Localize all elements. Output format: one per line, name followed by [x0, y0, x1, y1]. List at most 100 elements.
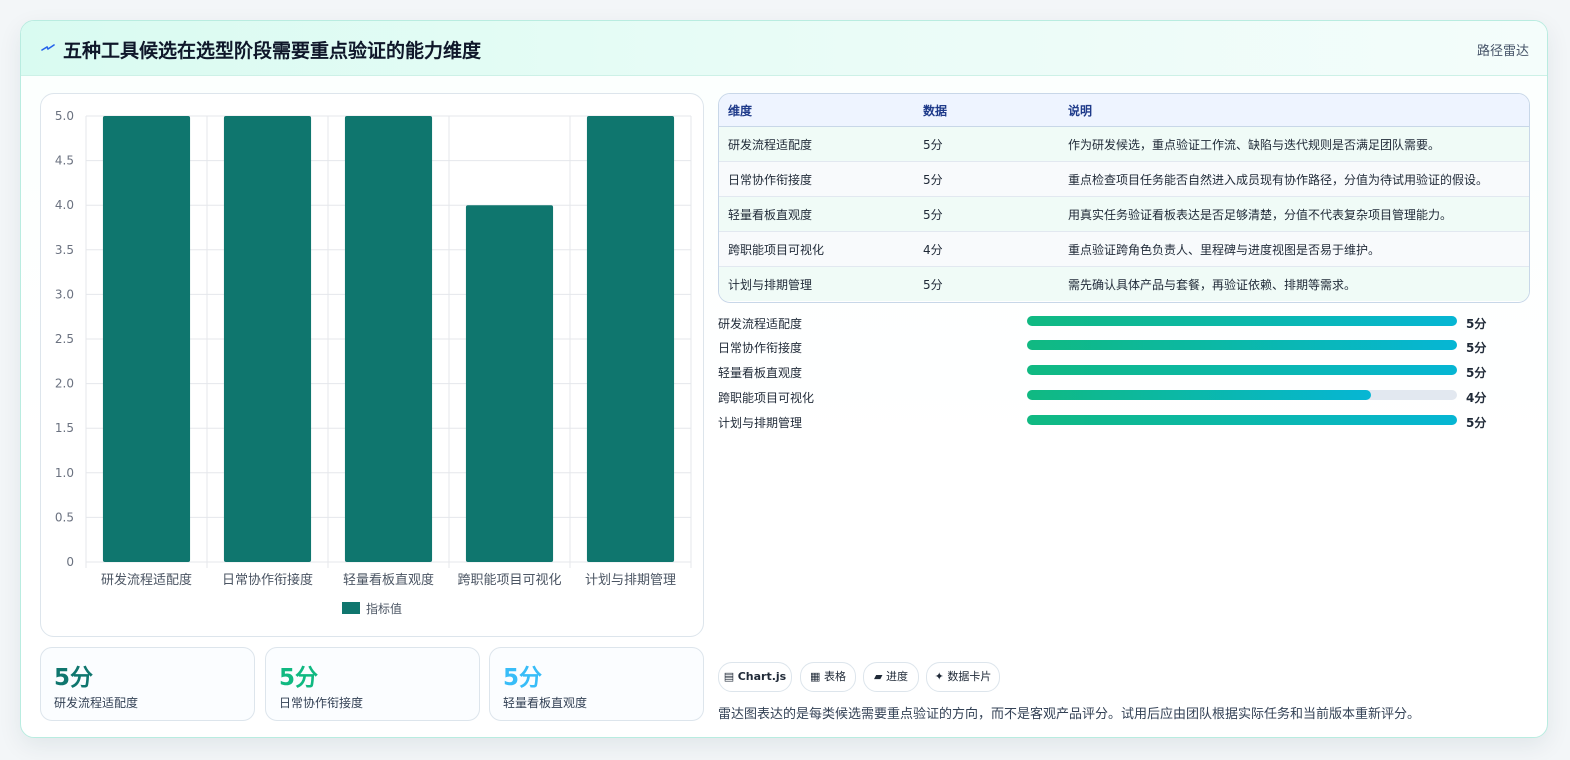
- progress-label: 研发流程适配度: [718, 317, 803, 331]
- progress-track: [1027, 316, 1457, 326]
- y-tick-label: 0: [66, 555, 74, 569]
- bar-chart-svg: 0 0.5 1.0 1.5 2.0 2.5 3.0 3.5 4.0 4.5 5.0 研发流程适配度 日常…: [55, 109, 692, 616]
- y-tick-label: 2.0: [55, 377, 74, 391]
- chip-label: 数据卡片: [947, 670, 992, 683]
- bar: [465, 205, 554, 562]
- chart-icon: ▤: [723, 670, 735, 683]
- column-header: 维度: [719, 94, 914, 127]
- chip-chartjs[interactable]: ▤ Chart.js: [718, 662, 792, 692]
- x-tick-label: 日常协作衔接度: [222, 572, 313, 588]
- progress-row: 轻量看板直观度 5分: [718, 361, 1528, 381]
- x-tick-label: 研发流程适配度: [101, 572, 192, 588]
- chip-label: 表格: [823, 670, 846, 683]
- progress-value: 4分: [1466, 391, 1487, 405]
- progress-track: [1027, 365, 1457, 375]
- kpi-card: 5分 轻量看板直观度: [489, 647, 704, 721]
- table-cell: 作为研发候选，重点验证工作流、缺陷与迭代规则是否满足团队需要。: [1059, 126, 1529, 162]
- table-row: 计划与排期管理 5分 需先确认具体产品与套餐，再验证依赖、排期等需求。: [719, 266, 1529, 301]
- bar-chart: 0 0.5 1.0 1.5 2.0 2.5 3.0 3.5 4.0 4.5 5.0 研发流程适配度 日常…: [40, 93, 704, 637]
- table-cell: 计划与排期管理: [719, 266, 914, 301]
- column-header: 说明: [1059, 94, 1529, 127]
- chip-progress[interactable]: ▰ 进度: [863, 662, 919, 692]
- y-tick-label: 1.5: [55, 421, 74, 435]
- legend-label: 指标值: [366, 601, 402, 616]
- header-tag: 路径雷达: [1476, 44, 1529, 59]
- chip-table[interactable]: ▦ 表格: [800, 662, 856, 692]
- x-tick-label: 计划与排期管理: [585, 573, 676, 588]
- progress-row: 跨职能项目可视化 4分: [718, 386, 1528, 406]
- progress-row: 日常协作衔接度 5分: [718, 336, 1528, 356]
- chip-label: Chart.js: [737, 670, 787, 683]
- data-table: 维度 数据 说明 研发流程适配度 5分 作为研发候选，重点验证工作流、缺陷与迭代…: [718, 93, 1530, 303]
- progress-label: 计划与排期管理: [718, 416, 803, 430]
- y-tick-label: 4.0: [55, 198, 74, 212]
- progress-fill: [1027, 340, 1457, 350]
- kpi-label: 轻量看板直观度: [503, 696, 588, 710]
- y-tick-label: 3.5: [55, 243, 74, 257]
- y-tick-label: 5.0: [55, 109, 74, 123]
- y-tick-label: 2.5: [55, 332, 74, 346]
- progress-track: [1027, 340, 1457, 350]
- progress-value: 5分: [1466, 366, 1487, 380]
- page-title: 五种工具候选在选型阶段需要重点验证的能力维度: [63, 40, 482, 62]
- progress-value: 5分: [1466, 317, 1487, 331]
- table-cell: 5分: [914, 161, 1059, 197]
- chip-label: 进度: [885, 670, 908, 683]
- kpi-value: 5分: [54, 665, 94, 691]
- table-icon: ▦: [810, 670, 821, 683]
- progress-label: 跨职能项目可视化: [718, 391, 815, 405]
- progress-track: [1027, 390, 1457, 400]
- kpi-value: 5分: [503, 665, 543, 691]
- progress-label: 日常协作衔接度: [718, 341, 803, 355]
- chip-data-card[interactable]: ✦ 数据卡片: [926, 662, 1000, 692]
- report-card: 五种工具候选在选型阶段需要重点验证的能力维度 路径雷达 0 0.5 1.0 1.5 2.…: [20, 20, 1548, 738]
- progress-label: 轻量看板直观度: [718, 366, 803, 380]
- table-cell: 重点验证跨角色负责人、里程碑与进度视图是否易于维护。: [1059, 231, 1529, 267]
- kpi-card: 5分 研发流程适配度: [40, 647, 255, 721]
- progress-track: [1027, 415, 1457, 425]
- bar: [344, 116, 433, 562]
- y-tick-label: 0.5: [55, 510, 74, 524]
- progress-fill: [1027, 390, 1371, 400]
- kpi-value: 5分: [279, 665, 319, 691]
- bar: [223, 116, 312, 562]
- table-row: 跨职能项目可视化 4分 重点验证跨角色负责人、里程碑与进度视图是否易于维护。: [719, 231, 1529, 267]
- progress-fill: [1027, 316, 1457, 326]
- table-cell: 4分: [914, 231, 1059, 267]
- table-cell: 5分: [914, 126, 1059, 162]
- kpi-label: 研发流程适配度: [54, 696, 139, 710]
- progress-row: 计划与排期管理 5分: [718, 411, 1528, 431]
- table-cell: 用真实任务验证看板表达是否足够清楚，分值不代表复杂项目管理能力。: [1059, 196, 1529, 232]
- card-header: 五种工具候选在选型阶段需要重点验证的能力维度 路径雷达: [21, 21, 1547, 76]
- progress-row: 研发流程适配度 5分: [718, 312, 1528, 332]
- kpi-label: 日常协作衔接度: [279, 696, 364, 710]
- table-row: 研发流程适配度 5分 作为研发候选，重点验证工作流、缺陷与迭代规则是否满足团队需…: [719, 126, 1529, 162]
- table-row: 轻量看板直观度 5分 用真实任务验证看板表达是否足够清楚，分值不代表复杂项目管理…: [719, 196, 1529, 232]
- bar: [586, 116, 675, 562]
- table-cell: 日常协作衔接度: [719, 161, 914, 197]
- card-icon: ✦: [934, 670, 944, 683]
- y-tick-label: 1.0: [55, 466, 74, 480]
- legend-swatch: [342, 602, 360, 614]
- bar: [102, 116, 191, 562]
- x-tick-label: 跨职能项目可视化: [457, 573, 561, 588]
- table-cell: 跨职能项目可视化: [719, 231, 914, 267]
- lightning-icon: [41, 44, 55, 51]
- kpi-card: 5分 日常协作衔接度: [265, 647, 480, 721]
- progress-value: 5分: [1466, 416, 1487, 430]
- table-cell: 需先确认具体产品与套餐，再验证依赖、排期等需求。: [1059, 266, 1529, 301]
- table-header-row: 维度 数据 说明: [719, 94, 1529, 127]
- y-tick-label: 4.5: [55, 154, 74, 168]
- table-row: 日常协作衔接度 5分 重点检查项目任务能否自然进入成员现有协作路径，分值为待试用…: [719, 161, 1529, 197]
- y-tick-label: 3.0: [55, 287, 74, 301]
- table-cell: 研发流程适配度: [719, 126, 914, 162]
- progress-value: 5分: [1466, 341, 1487, 355]
- column-header: 数据: [914, 94, 1059, 127]
- table-cell: 重点检查项目任务能否自然进入成员现有协作路径，分值为待试用验证的假设。: [1059, 161, 1529, 197]
- table-cell: 轻量看板直观度: [719, 196, 914, 232]
- progress-fill: [1027, 415, 1457, 425]
- table-cell: 5分: [914, 266, 1059, 301]
- x-tick-label: 轻量看板直观度: [343, 572, 434, 588]
- progress-icon: ▰: [874, 670, 883, 683]
- progress-fill: [1027, 365, 1457, 375]
